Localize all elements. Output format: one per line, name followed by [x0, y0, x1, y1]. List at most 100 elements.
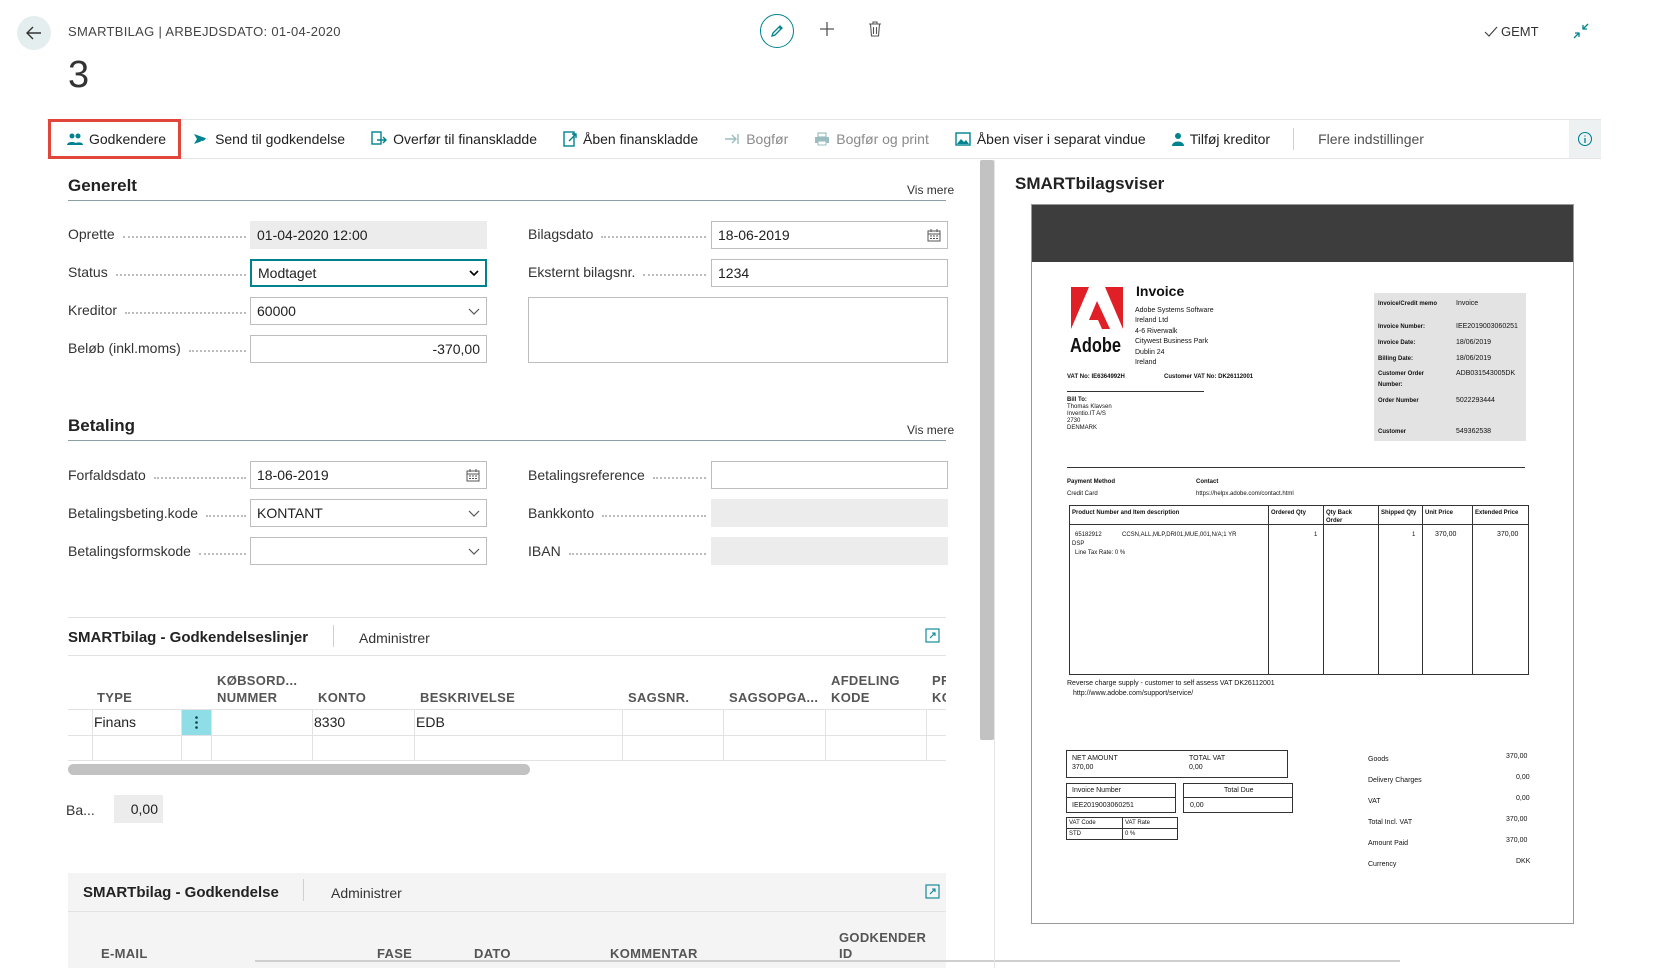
doc-rule — [1067, 391, 1204, 392]
payment-method: Credit Card — [1067, 491, 1098, 497]
transfer-icon — [371, 131, 388, 145]
terms-field[interactable]: KONTANT — [250, 499, 487, 527]
items-col-header: Extended Price — [1475, 510, 1519, 516]
open-viewer-action[interactable]: Åben viser i separat vindue — [942, 120, 1159, 158]
print-icon — [815, 132, 830, 146]
doc-rule — [1183, 797, 1293, 798]
trash-icon — [869, 20, 881, 37]
notes-textarea[interactable] — [528, 297, 948, 363]
doc-date-field[interactable]: 18-06-2019 — [711, 221, 948, 249]
summary-label: Total Incl. VAT — [1368, 819, 1413, 826]
add-vendor-action[interactable]: Tilføj kreditor — [1159, 120, 1283, 158]
row-menu-button[interactable] — [182, 710, 211, 735]
page-title: 3 — [68, 54, 90, 96]
contact-url: https://helpx.adobe.com/contact.html — [1196, 491, 1294, 497]
meta-value: ADB031543005DK — [1456, 370, 1516, 377]
col-description: BESKRIVELSE — [420, 690, 516, 705]
payment-section-title: Betaling — [68, 416, 136, 435]
col-approver: GODKENDER — [839, 930, 927, 945]
meta-value: IEE2019003060251 — [1456, 323, 1518, 330]
col-job-no: SAGSNR. — [628, 690, 690, 705]
cell-description[interactable]: EDB — [416, 714, 445, 730]
general-show-more-link[interactable]: Vis mere — [907, 183, 954, 197]
status-select[interactable]: Modtaget — [250, 259, 487, 287]
col-comment: KOMMENTAR — [610, 946, 698, 961]
vat-code-label: VAT Code — [1069, 820, 1096, 826]
doc-rule — [1122, 817, 1123, 840]
total-due-value: 0,00 — [1190, 802, 1204, 809]
info-icon — [1577, 131, 1593, 147]
transfer-journal-action[interactable]: Overfør til finanskladde — [358, 120, 550, 158]
collapse-button[interactable] — [1572, 22, 1590, 45]
calendar-icon — [927, 228, 941, 241]
bill-to-line: Thomas Klavsen — [1067, 404, 1112, 410]
saved-status: GEMT — [1484, 24, 1539, 39]
person-icon — [1171, 133, 1184, 146]
company-line: Ireland Ltd — [1135, 317, 1169, 324]
bottom-rule — [255, 960, 1400, 962]
chevron-down-icon — [468, 308, 480, 315]
lines-top-rule — [68, 617, 946, 618]
approval-manage-button[interactable]: Administrer — [331, 885, 402, 901]
ordered-qty: 1 — [1314, 532, 1318, 538]
payment-show-more-link[interactable]: Vis mere — [907, 423, 954, 437]
open-journal-action[interactable]: Åben finanskladde — [550, 120, 711, 158]
breadcrumb: SMARTBILAG | ARBEJDSDATO: 01-04-2020 — [68, 24, 341, 39]
summary-label: Amount Paid — [1368, 840, 1409, 847]
net-amount-label: NET AMOUNT — [1072, 755, 1118, 762]
total-vat-value: 0,00 — [1189, 764, 1203, 771]
contact-label: Contact — [1196, 479, 1219, 485]
shipped-qty: 1 — [1412, 532, 1416, 538]
chevron-down-icon — [468, 548, 480, 555]
due-date-field[interactable]: 18-06-2019 — [250, 461, 487, 489]
ext-doc-field[interactable]: 1234 — [711, 259, 948, 287]
document-viewer[interactable]: Adobe Invoice Adobe Systems Software Ire… — [1031, 204, 1574, 924]
vendor-field[interactable]: 60000 — [250, 297, 487, 325]
info-button[interactable] — [1569, 120, 1601, 158]
horizontal-scrollbar[interactable] — [68, 764, 530, 775]
divider — [1293, 128, 1295, 150]
summary-value: DKK — [1516, 858, 1531, 865]
more-vertical-icon — [195, 716, 198, 729]
bill-to-line: DENMARK — [1067, 425, 1098, 431]
lines-expand-button[interactable] — [925, 628, 940, 648]
vendor-label: Kreditor — [68, 302, 246, 318]
more-options-button[interactable]: Flere indstillinger — [1304, 131, 1424, 147]
summary-value: 370,00 — [1506, 816, 1528, 823]
cell-account[interactable]: 8330 — [314, 714, 345, 730]
godkendere-action[interactable]: Godkendere — [47, 119, 182, 159]
invoice-meta-box — [1374, 293, 1526, 441]
brand-name: Adobe — [1070, 335, 1122, 357]
iban-label: IBAN — [528, 543, 706, 559]
payment-ref-field[interactable] — [711, 461, 948, 489]
doc-rule — [1323, 505, 1324, 675]
send-approval-action[interactable]: Send til godkendelse — [180, 120, 358, 158]
send-approval-icon — [194, 134, 209, 144]
iban-field — [711, 537, 948, 565]
approval-expand-button[interactable] — [925, 884, 940, 904]
payment-ref-label: Betalingsreference — [528, 467, 706, 483]
new-button[interactable] — [818, 20, 836, 43]
method-field[interactable] — [250, 537, 487, 565]
edit-button[interactable] — [760, 14, 794, 48]
delete-button[interactable] — [868, 20, 882, 42]
meta-value: 18/06/2019 — [1456, 355, 1492, 362]
col-account: KONTO — [318, 690, 367, 705]
amount-field[interactable]: -370,00 — [250, 335, 487, 363]
people-icon — [67, 133, 83, 145]
post-print-action[interactable]: Bogfør og print — [801, 120, 942, 158]
post-action[interactable]: Bogfør — [711, 120, 801, 158]
support-url: http://www.adobe.com/support/service/ — [1073, 690, 1194, 697]
meta-label: Number: — [1378, 382, 1403, 388]
lines-manage-button[interactable]: Administrer — [359, 630, 430, 646]
vertical-scrollbar[interactable] — [980, 160, 994, 740]
plus-icon — [820, 21, 834, 36]
doc-rule — [1069, 524, 1529, 525]
bank-field — [711, 499, 948, 527]
bank-label: Bankkonto — [528, 505, 706, 521]
table-row[interactable]: Finans 8330 EDB — [68, 710, 946, 735]
approval-header-rule — [68, 911, 946, 912]
back-button[interactable] — [17, 16, 51, 50]
vat-number: VAT No: IE6364992H — [1067, 374, 1125, 380]
cell-type[interactable]: Finans — [94, 714, 136, 730]
